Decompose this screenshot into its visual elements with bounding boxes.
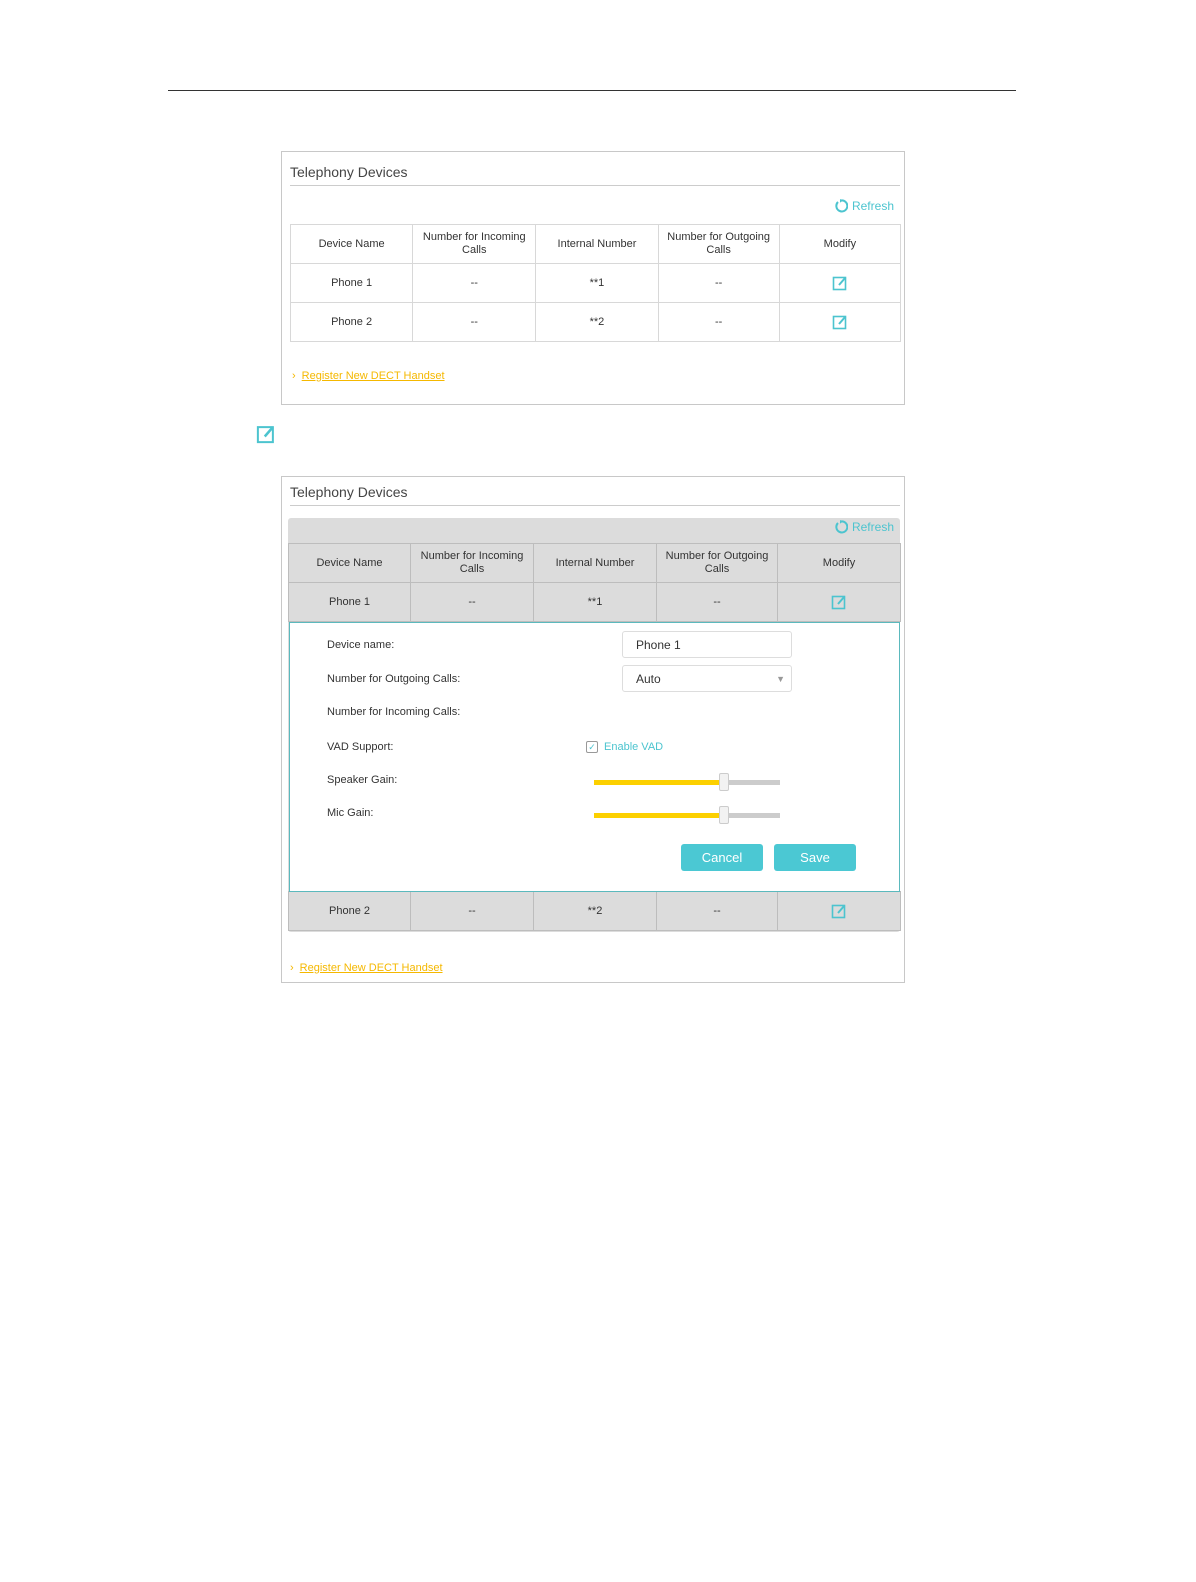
table-row: Phone 2 -- **2 -- [289, 302, 902, 342]
col-incoming: Number for Incoming Calls [410, 543, 534, 583]
table-row: Phone 2 -- **2 -- [288, 891, 901, 931]
outgoing-number: -- [657, 302, 780, 342]
col-internal: Internal Number [535, 224, 659, 264]
device-name: Phone 1 [289, 263, 414, 303]
refresh-icon [835, 199, 848, 213]
col-device-name: Device Name [289, 224, 414, 264]
table-row: Phone 1 -- **1 -- [288, 582, 901, 622]
register-link-label: Register New DECT Handset [299, 962, 443, 974]
cancel-button[interactable]: Cancel [681, 844, 763, 871]
speaker-gain-slider[interactable] [594, 773, 780, 791]
refresh-button[interactable]: Refresh [834, 199, 894, 213]
refresh-label: Refresh [851, 199, 894, 213]
incoming-number: -- [410, 891, 534, 931]
telephony-devices-panel: Telephony Devices Refresh Device Name Nu… [281, 151, 905, 405]
chevron-right-icon: › [292, 370, 296, 382]
speaker-gain-label: Speaker Gain: [327, 774, 398, 786]
mic-gain-slider[interactable] [594, 806, 780, 824]
refresh-icon [835, 520, 848, 534]
panel-title: Telephony Devices [290, 164, 408, 180]
slider-handle[interactable] [719, 773, 730, 791]
page-header-rule [168, 90, 1016, 91]
edit-button[interactable] [777, 582, 901, 622]
outgoing-calls-value: Auto [636, 672, 661, 686]
edit-button[interactable] [778, 302, 902, 342]
device-name: Phone 2 [289, 302, 414, 342]
outgoing-calls-select[interactable]: Auto ▼ [622, 665, 792, 692]
register-handset-link[interactable]: › Register New DECT Handset [292, 370, 445, 382]
incoming-number: -- [412, 263, 537, 303]
table-header: Device Name Number for Incoming Calls In… [289, 224, 902, 264]
edit-icon [256, 426, 274, 444]
refresh-button[interactable]: Refresh [834, 520, 894, 534]
outgoing-number: -- [656, 891, 778, 931]
col-incoming: Number for Incoming Calls [412, 224, 537, 264]
device-name-input[interactable]: Phone 1 [622, 631, 792, 658]
col-outgoing: Number for Outgoing Calls [656, 543, 778, 583]
mic-gain-label: Mic Gain: [327, 807, 374, 819]
save-button[interactable]: Save [774, 844, 856, 871]
device-name: Phone 2 [288, 891, 411, 931]
checkbox-checked-icon: ✓ [586, 741, 598, 753]
enable-vad-label: Enable VAD [604, 741, 664, 753]
telephony-devices-panel-editing: Telephony Devices Refresh Device Name Nu… [281, 476, 905, 983]
title-divider [290, 505, 900, 506]
col-modify: Modify [777, 543, 901, 583]
device-name: Phone 1 [288, 582, 411, 622]
slider-fill [594, 813, 725, 818]
incoming-number: -- [410, 582, 534, 622]
outgoing-calls-label: Number for Outgoing Calls: [327, 673, 461, 685]
panel-title: Telephony Devices [290, 484, 408, 500]
edit-button[interactable] [778, 263, 902, 303]
register-link-label: Register New DECT Handset [301, 370, 445, 382]
enable-vad-checkbox[interactable]: ✓ Enable VAD [586, 741, 663, 753]
edit-icon [831, 904, 846, 919]
internal-number: **1 [535, 263, 659, 303]
edit-icon [832, 276, 847, 291]
table-header: Device Name Number for Incoming Calls In… [288, 543, 901, 583]
edit-icon [832, 315, 847, 330]
vad-support-label: VAD Support: [327, 741, 394, 753]
register-handset-link[interactable]: › Register New DECT Handset [290, 962, 443, 974]
edit-icon [831, 595, 846, 610]
devices-table: Device Name Number for Incoming Calls In… [289, 224, 902, 342]
slider-handle[interactable] [719, 806, 730, 824]
outgoing-number: -- [657, 263, 780, 303]
chevron-right-icon: › [290, 962, 294, 974]
internal-number: **2 [535, 302, 659, 342]
outgoing-number: -- [656, 582, 778, 622]
title-divider [290, 185, 900, 186]
col-device-name: Device Name [288, 543, 411, 583]
edit-device-form: Device name: Phone 1 Number for Outgoing… [289, 622, 900, 892]
edit-button[interactable] [777, 891, 901, 931]
internal-number: **1 [533, 582, 657, 622]
incoming-number: -- [412, 302, 537, 342]
internal-number: **2 [533, 891, 657, 931]
refresh-label: Refresh [851, 520, 894, 534]
col-modify: Modify [778, 224, 902, 264]
device-name-label: Device name: [327, 639, 395, 651]
col-outgoing: Number for Outgoing Calls [657, 224, 780, 264]
table-row: Phone 1 -- **1 -- [289, 263, 902, 303]
incoming-calls-label: Number for Incoming Calls: [327, 706, 461, 718]
dropdown-arrow-icon: ▼ [776, 674, 785, 684]
col-internal: Internal Number [533, 543, 657, 583]
slider-fill [594, 780, 725, 785]
